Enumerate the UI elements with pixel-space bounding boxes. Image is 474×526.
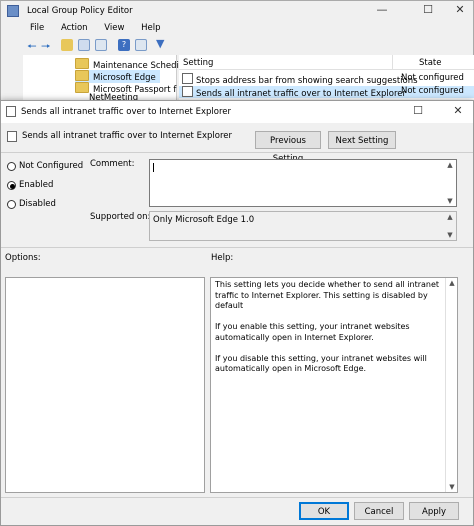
comment-label: Comment:	[90, 159, 135, 169]
text-cursor	[153, 163, 154, 172]
list-header: Setting State	[179, 55, 474, 70]
close-icon[interactable]: ✕	[445, 3, 474, 16]
help-pane: This setting lets you decide whether to …	[210, 277, 458, 493]
scroll-down-icon[interactable]: ▼	[446, 483, 458, 491]
column-header-state[interactable]: State	[419, 58, 442, 68]
scroll-up-icon[interactable]: ▲	[446, 279, 458, 287]
scroll-up-icon[interactable]: ▲	[444, 161, 456, 169]
next-setting-button[interactable]: Next Setting	[328, 131, 396, 149]
menu-file[interactable]: File	[30, 23, 44, 33]
window-title: Local Group Policy Editor	[27, 6, 133, 16]
close-icon[interactable]: ✕	[443, 104, 473, 117]
policy-icon	[7, 131, 17, 142]
help-label: Help:	[211, 253, 234, 263]
table-row[interactable]: Stops address bar from showing search su…	[179, 73, 474, 86]
dialog-titlebar: Sends all intranet traffic over to Inter…	[1, 101, 473, 123]
help-text: This setting lets you decide whether to …	[215, 280, 440, 373]
maximize-icon[interactable]: ☐	[403, 104, 433, 117]
minimize-icon[interactable]: —	[367, 3, 397, 16]
radio-icon	[7, 200, 16, 209]
menu-help[interactable]: Help	[141, 23, 160, 33]
column-header-setting[interactable]: Setting	[183, 58, 213, 68]
column-divider	[392, 55, 393, 70]
setting-row-state: Not configured	[401, 73, 464, 83]
scroll-down-icon[interactable]: ▼	[444, 197, 456, 205]
cancel-button[interactable]: Cancel	[354, 502, 404, 520]
scroll-down-icon[interactable]: ▼	[444, 231, 456, 239]
radio-selected-icon	[7, 181, 16, 190]
setting-icon	[182, 73, 193, 84]
options-label: Options:	[5, 253, 41, 263]
filter-icon[interactable]: ▼	[156, 37, 164, 50]
scroll-up-icon[interactable]: ▲	[444, 213, 456, 221]
folder-icon	[75, 58, 89, 69]
supported-on-label: Supported on:	[90, 212, 151, 222]
divider	[1, 152, 473, 153]
policy-setting-dialog: Sends all intranet traffic over to Inter…	[0, 100, 474, 526]
supported-on-field: Only Microsoft Edge 1.0 ▲ ▼	[149, 211, 457, 241]
divider	[1, 497, 473, 498]
toolbar: 🠔 🠖 ? ▼	[1, 37, 474, 53]
setting-row-state: Not configured	[401, 86, 464, 96]
options-pane	[5, 277, 205, 493]
help-scrollbar[interactable]: ▲ ▼	[445, 278, 457, 492]
menu-action[interactable]: Action	[61, 23, 88, 33]
app-icon	[7, 5, 19, 17]
ok-button[interactable]: OK	[299, 502, 349, 520]
menu-view[interactable]: View	[104, 23, 124, 33]
setting-icon	[182, 86, 193, 97]
dialog-title: Sends all intranet traffic over to Inter…	[21, 107, 231, 117]
group-policy-editor-window: Local Group Policy Editor — ☐ ✕ File Act…	[0, 0, 474, 111]
help-icon[interactable]: ?	[118, 39, 130, 51]
maximize-icon[interactable]: ☐	[413, 3, 443, 16]
apply-button[interactable]: Apply	[409, 502, 459, 520]
show-hide-tree-icon[interactable]	[78, 39, 90, 51]
previous-setting-button[interactable]: Previous Setting	[255, 131, 321, 164]
setting-row-label: Sends all intranet traffic over to Inter…	[182, 86, 406, 99]
folder-icon	[75, 82, 89, 93]
policy-icon	[6, 106, 16, 117]
radio-icon	[7, 162, 16, 171]
export-list-icon[interactable]	[95, 39, 107, 51]
setting-row-label: Stops address bar from showing search su…	[182, 73, 418, 86]
divider	[1, 247, 473, 248]
setting-header-label: Sends all intranet traffic over to Inter…	[22, 131, 232, 141]
menu-bar: File Action View Help	[30, 23, 175, 33]
comment-field[interactable]: ▲ ▼	[149, 159, 457, 207]
table-row-selected[interactable]: Sends all intranet traffic over to Inter…	[179, 86, 474, 99]
folder-icon	[75, 70, 89, 81]
up-folder-icon[interactable]	[61, 39, 73, 51]
properties-icon[interactable]	[135, 39, 147, 51]
